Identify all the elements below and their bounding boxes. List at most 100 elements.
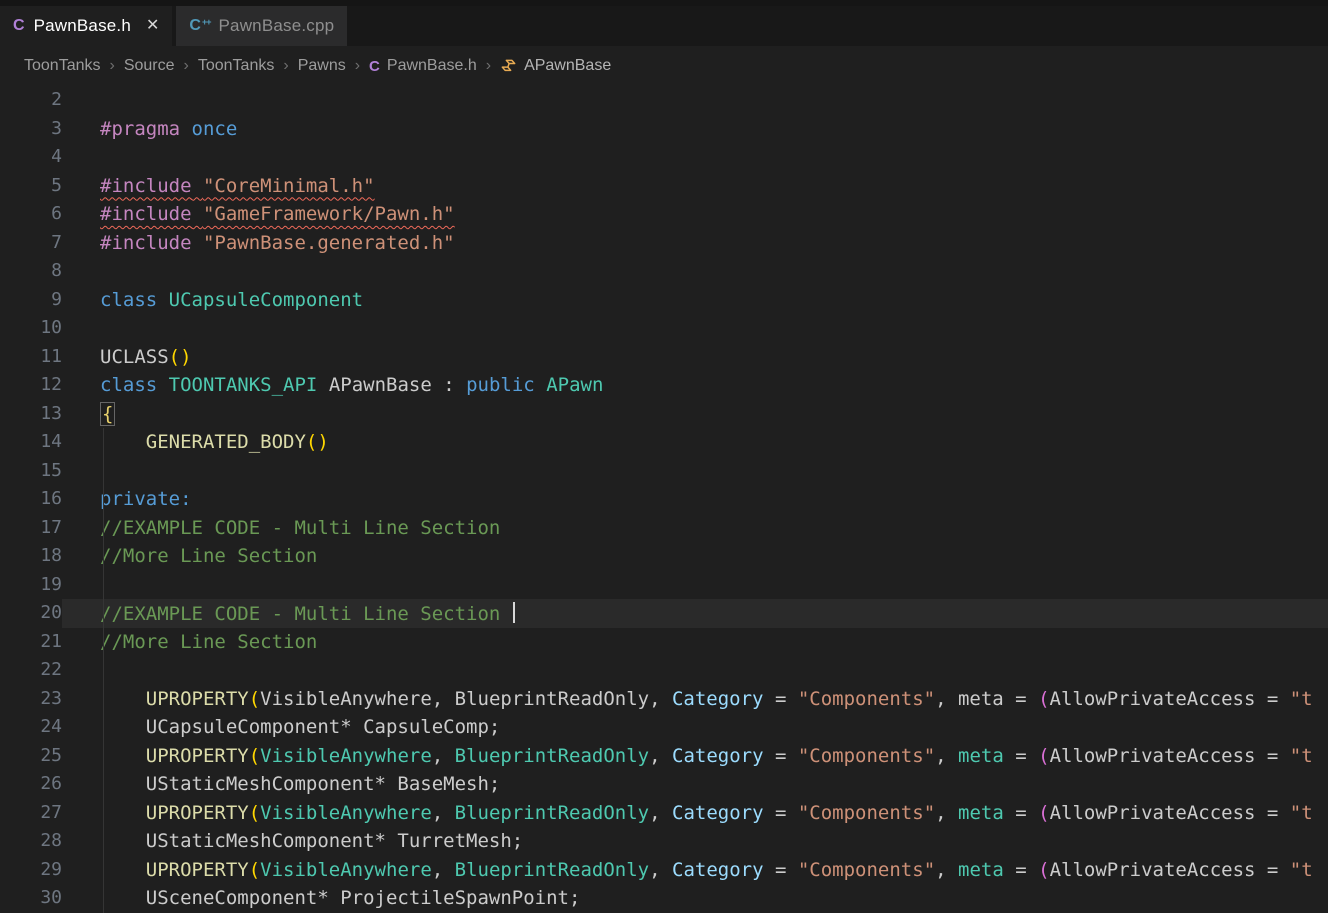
breadcrumb-item-pawns[interactable]: Pawns (298, 57, 346, 75)
code-line[interactable]: 11UCLASS() (0, 343, 1328, 372)
code-line[interactable]: 5 #include "CoreMinimal.h" (0, 172, 1328, 201)
line-number[interactable]: 23 (0, 685, 62, 714)
line-number[interactable]: 19 (0, 571, 62, 600)
line-number[interactable]: 10 (0, 314, 62, 343)
line-number[interactable]: 26 (0, 770, 62, 799)
line-number[interactable]: 3 (0, 115, 62, 144)
code-line[interactable]: 21//More Line Section (0, 628, 1328, 657)
code-line[interactable]: 3#pragma once (0, 115, 1328, 144)
line-number[interactable]: 15 (0, 457, 62, 486)
token: #include (100, 232, 192, 254)
code-line[interactable]: 13 { (0, 400, 1328, 429)
code-line[interactable]: 9class UCapsuleComponent (0, 286, 1328, 315)
line-number[interactable]: 12 (0, 371, 62, 400)
line-number[interactable]: 29 (0, 856, 62, 885)
line-number[interactable]: 28 (0, 827, 62, 856)
editor-tab-bar: C PawnBase.h ✕ C++ PawnBase.cpp (0, 6, 1328, 46)
token (100, 431, 146, 453)
code-line[interactable]: 27 UPROPERTY(VisibleAnywhere, BlueprintR… (0, 799, 1328, 828)
line-number[interactable]: 11 (0, 343, 62, 372)
code-line[interactable]: 12class TOONTANKS_API APawnBase : public… (0, 371, 1328, 400)
code-editor[interactable]: 23#pragma once45#include "CoreMinimal.h"… (0, 86, 1328, 913)
line-number[interactable]: 20 (0, 599, 62, 628)
code-line[interactable]: 20//EXAMPLE CODE - Multi Line Section (0, 599, 1328, 628)
tab-pawnbase-h[interactable]: C PawnBase.h ✕ (0, 6, 172, 46)
code-line-text: #include "CoreMinimal.h" (62, 172, 1328, 201)
line-number[interactable]: 21 (0, 628, 62, 657)
line-number[interactable]: 9 (0, 286, 62, 315)
token: "Components" (798, 859, 935, 881)
close-icon[interactable]: ✕ (146, 18, 159, 34)
code-line[interactable]: 25 UPROPERTY(VisibleAnywhere, BlueprintR… (0, 742, 1328, 771)
token: () (169, 346, 192, 368)
code-line-text: GENERATED_BODY() (62, 428, 1328, 457)
code-line-text: UCLASS() (62, 343, 1328, 372)
code-line-text (62, 86, 1328, 115)
line-number[interactable]: 8 (0, 257, 62, 286)
line-number[interactable]: 7 (0, 229, 62, 258)
code-line[interactable]: 14 GENERATED_BODY() (0, 428, 1328, 457)
cpp-icon: C++ (189, 17, 209, 35)
line-number[interactable]: 5 (0, 172, 62, 201)
line-number[interactable]: 30 (0, 884, 62, 913)
code-line-text: //EXAMPLE CODE - Multi Line Section (62, 599, 1328, 628)
code-line[interactable]: 23 UPROPERTY(VisibleAnywhere, BlueprintR… (0, 685, 1328, 714)
code-line[interactable]: 30 USceneComponent* ProjectileSpawnPoint… (0, 884, 1328, 913)
token: () (306, 431, 329, 453)
code-line[interactable]: 10 (0, 314, 1328, 343)
code-line[interactable]: 28 UStaticMeshComponent* TurretMesh; (0, 827, 1328, 856)
code-line[interactable]: 7#include "PawnBase.generated.h" (0, 229, 1328, 258)
code-line[interactable]: 24 UCapsuleComponent* CapsuleComp; (0, 713, 1328, 742)
line-number[interactable]: 18 (0, 542, 62, 571)
token: , (432, 802, 455, 824)
line-number[interactable]: 6 (0, 200, 62, 229)
line-number[interactable]: 22 (0, 656, 62, 685)
line-number[interactable]: 27 (0, 799, 62, 828)
code-line[interactable]: 15 (0, 457, 1328, 486)
token: ( (1038, 859, 1049, 881)
code-line[interactable]: 19 (0, 571, 1328, 600)
breadcrumb-item-class[interactable]: APawnBase (500, 57, 611, 75)
token: BlueprintReadOnly (455, 802, 649, 824)
breadcrumb-item-toontanks2[interactable]: ToonTanks (198, 57, 275, 75)
line-number[interactable]: 17 (0, 514, 62, 543)
code-line[interactable]: 22 (0, 656, 1328, 685)
line-number[interactable]: 16 (0, 485, 62, 514)
code-line[interactable]: 18//More Line Section (0, 542, 1328, 571)
line-number[interactable]: 13 (0, 400, 62, 429)
breadcrumb-item-toontanks[interactable]: ToonTanks (24, 57, 101, 75)
token: public (466, 374, 535, 396)
token: ( (1038, 688, 1049, 710)
token: UCapsuleComponent* CapsuleComp; (100, 716, 500, 738)
line-number[interactable]: 24 (0, 713, 62, 742)
code-line[interactable]: 17 //EXAMPLE CODE - Multi Line Section (0, 514, 1328, 543)
code-line[interactable]: 26 UStaticMeshComponent* BaseMesh; (0, 770, 1328, 799)
code-line[interactable]: 16private: (0, 485, 1328, 514)
code-line[interactable]: 4 (0, 143, 1328, 172)
code-line[interactable]: 8 (0, 257, 1328, 286)
line-number[interactable]: 4 (0, 143, 62, 172)
code-line[interactable]: 29 UPROPERTY(VisibleAnywhere, BlueprintR… (0, 856, 1328, 885)
error-squiggle: #include "CoreMinimal.h" (100, 175, 375, 197)
token: GENERATED_BODY (146, 431, 306, 453)
token: { (100, 402, 115, 426)
token: class (100, 374, 157, 396)
tab-pawnbase-cpp[interactable]: C++ PawnBase.cpp (176, 6, 347, 46)
code-line-text: #pragma once (62, 115, 1328, 144)
line-number[interactable]: 2 (0, 86, 62, 115)
code-line-text: class UCapsuleComponent (62, 286, 1328, 315)
line-number[interactable]: 25 (0, 742, 62, 771)
code-line-text: //EXAMPLE CODE - Multi Line Section (62, 514, 1328, 543)
code-line[interactable]: 6#include "GameFramework/Pawn.h" (0, 200, 1328, 229)
token: AllowPrivateAccess = (1050, 802, 1290, 824)
code-line-text: UStaticMeshComponent* BaseMesh; (62, 770, 1328, 799)
code-line[interactable]: 2 (0, 86, 1328, 115)
breadcrumb-item-file[interactable]: C PawnBase.h (369, 57, 477, 75)
code-line-text: class TOONTANKS_API APawnBase : public A… (62, 371, 1328, 400)
token: ( (249, 745, 260, 767)
line-number[interactable]: 14 (0, 428, 62, 457)
code-line-text: private: (62, 485, 1328, 514)
token: UPROPERTY (146, 745, 249, 767)
token: //EXAMPLE CODE - Multi Line Section (100, 517, 500, 539)
breadcrumb-item-source[interactable]: Source (124, 57, 175, 75)
